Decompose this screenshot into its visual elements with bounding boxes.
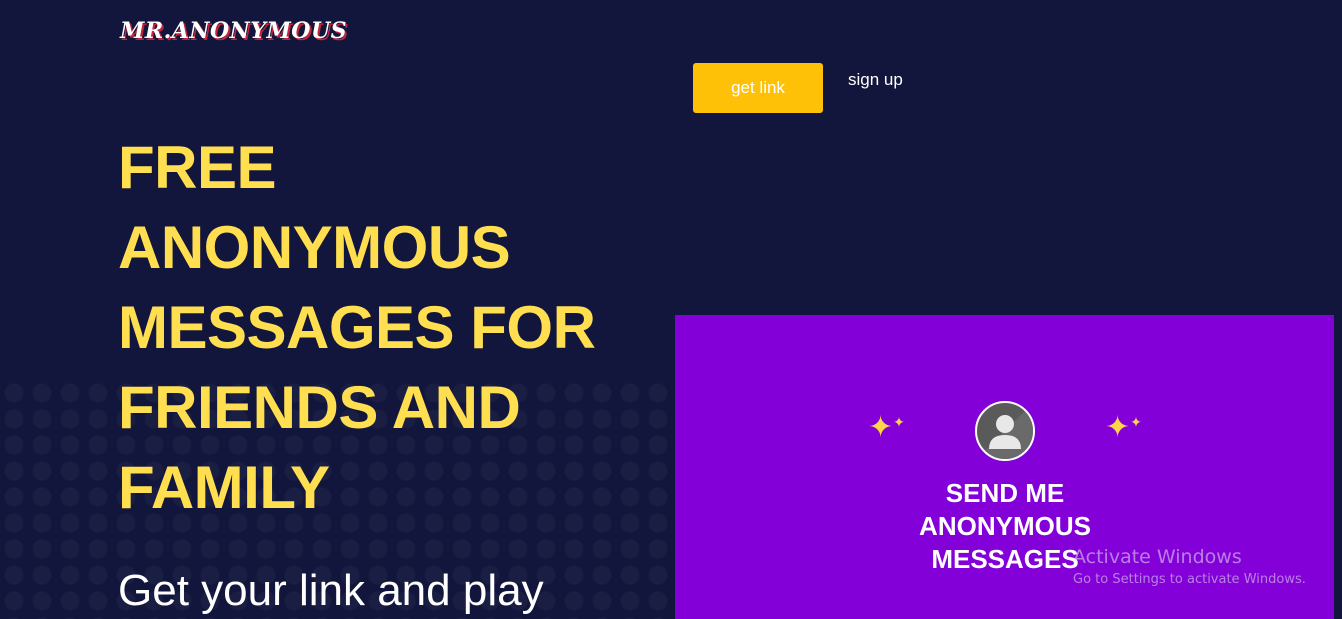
sparkles-icon: ✦✦ (1105, 411, 1142, 444)
site-logo[interactable]: MR.ANONYMOUS (120, 18, 347, 44)
sign-up-link[interactable]: sign up (848, 70, 903, 90)
get-link-button[interactable]: get link (693, 63, 823, 113)
sparkles-icon: ✦✦ (868, 411, 905, 444)
watermark-subtitle: Go to Settings to activate Windows. (1073, 572, 1306, 587)
watermark-title: Activate Windows (1073, 546, 1242, 568)
windows-activation-watermark: Activate Windows Go to Settings to activ… (1073, 546, 1306, 587)
user-avatar-icon (975, 401, 1035, 461)
hero-headline: FREE ANONYMOUS MESSAGES FOR FRIENDS AND … (118, 134, 596, 521)
hero-subline: Get your link and play (118, 566, 544, 615)
